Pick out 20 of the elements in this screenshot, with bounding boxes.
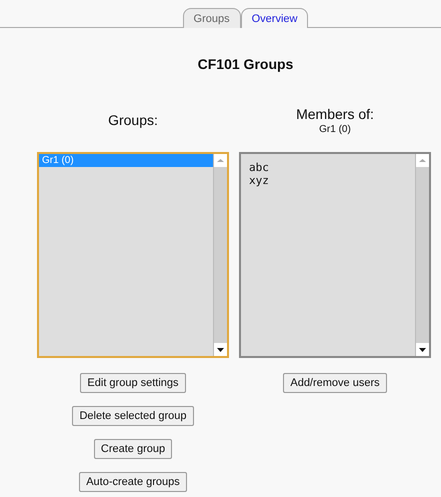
tab[interactable]: Groups xyxy=(182,8,241,28)
panel-heading: Members of: xyxy=(296,106,374,122)
panel-heading: Groups: xyxy=(108,112,158,128)
scroll-down-icon[interactable] xyxy=(416,343,429,356)
action-button[interactable]: Auto-create groups xyxy=(79,472,187,492)
action-button[interactable]: Edit group settings xyxy=(80,373,186,393)
scrollbar[interactable] xyxy=(415,154,429,356)
list-box[interactable]: abc xyz xyxy=(239,152,431,358)
scroll-up-icon[interactable] xyxy=(214,154,227,167)
list-option[interactable]: xyz xyxy=(241,174,415,187)
action-button[interactable]: Create group xyxy=(94,439,172,459)
scroll-down-icon[interactable] xyxy=(214,343,227,356)
page-title: CF101 Groups xyxy=(196,56,294,72)
panel-subheading: Gr1 (0) xyxy=(319,124,351,134)
scroll-up-icon[interactable] xyxy=(416,154,429,167)
action-button[interactable]: Add/remove users xyxy=(283,373,387,393)
scrollbar[interactable] xyxy=(213,154,227,356)
tab[interactable]: Overview xyxy=(240,8,308,28)
list-option[interactable]: abc xyxy=(241,161,415,174)
action-button[interactable]: Delete selected group xyxy=(72,406,194,426)
